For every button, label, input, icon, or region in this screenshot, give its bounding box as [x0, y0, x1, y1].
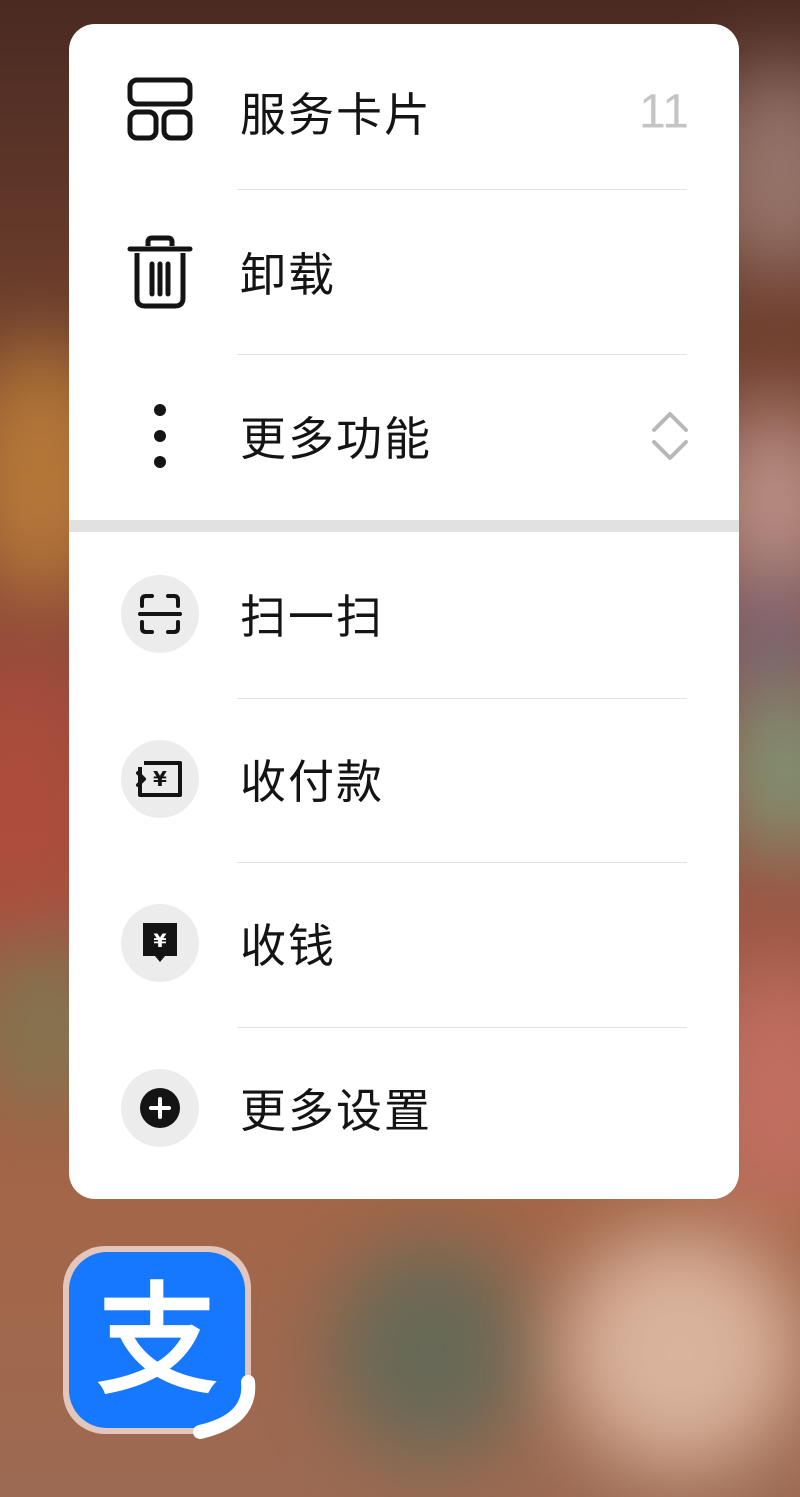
shortcut-label: 收付款: [240, 755, 384, 809]
section-separator: [69, 520, 739, 532]
svg-text:¥: ¥: [153, 767, 167, 791]
shortcut-pay-receive[interactable]: ¥ 收付款: [69, 697, 739, 861]
widget-cards-icon: [120, 72, 200, 152]
app-quick-actions-menu: 服务卡片 11 卸载 更多功能 扫一扫 ¥ 收付款 ¥ 收钱 更多设置: [69, 24, 739, 1199]
loading-arc-icon: [193, 1375, 256, 1439]
trash-icon: [120, 232, 200, 312]
service-card-count: 11: [639, 85, 689, 139]
shortcut-collect-money[interactable]: ¥ 收钱: [69, 861, 739, 1025]
plus-circle-icon: [121, 1069, 199, 1147]
menu-item-label: 更多功能: [240, 412, 432, 466]
shortcut-label: 扫一扫: [240, 590, 384, 644]
shortcut-scan[interactable]: 扫一扫: [69, 532, 739, 696]
menu-item-service-cards[interactable]: 服务卡片 11: [69, 30, 739, 194]
svg-text:¥: ¥: [153, 930, 166, 952]
menu-item-uninstall[interactable]: 卸载: [69, 190, 739, 354]
collect-money-icon: ¥: [121, 904, 199, 982]
pay-receive-icon: ¥: [121, 740, 199, 818]
more-vertical-icon: [120, 396, 200, 476]
shortcut-more-settings[interactable]: 更多设置: [69, 1026, 739, 1190]
shortcut-label: 收钱: [240, 919, 336, 973]
expand-collapse-icon[interactable]: [651, 409, 689, 463]
menu-item-more-features[interactable]: 更多功能: [69, 354, 739, 518]
menu-item-label: 卸载: [240, 248, 336, 302]
menu-item-label: 服务卡片: [240, 88, 432, 142]
scan-icon: [121, 575, 199, 653]
shortcut-label: 更多设置: [240, 1084, 432, 1138]
